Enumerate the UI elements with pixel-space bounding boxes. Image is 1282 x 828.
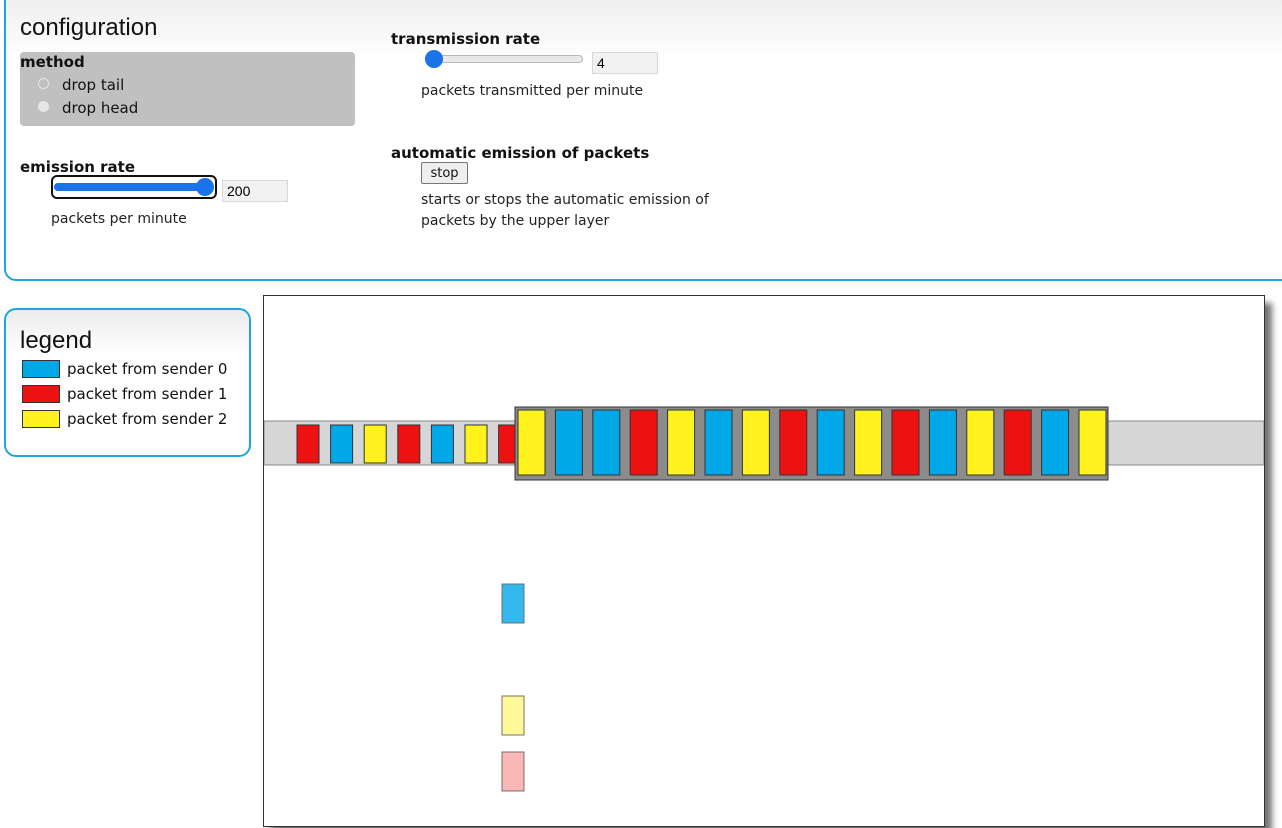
incoming-packet	[430, 424, 454, 464]
transmission-rate-input[interactable]	[592, 52, 658, 74]
queued-packet	[891, 409, 920, 476]
queued-packet	[741, 409, 770, 476]
yellow-swatch-icon	[22, 410, 60, 428]
red-swatch-icon	[22, 385, 60, 403]
slider-track	[425, 55, 583, 63]
queued-packet	[554, 409, 583, 476]
queued-packet	[966, 409, 995, 476]
simulation-canvas	[263, 295, 1265, 827]
simulation-drawing	[264, 406, 1264, 792]
transmission-rate-title: transmission rate	[391, 30, 541, 48]
radio-label-drop-tail: drop tail	[62, 76, 125, 94]
configuration-title: configuration	[20, 14, 158, 41]
legend-label: packet from sender 1	[67, 385, 228, 403]
legend-title: legend	[20, 327, 93, 354]
blue-swatch-icon	[22, 360, 60, 378]
dropped-packet	[501, 751, 525, 792]
legend-label: packet from sender 0	[67, 360, 228, 378]
incoming-packet	[363, 424, 387, 464]
stop-button[interactable]: stop	[421, 162, 468, 184]
incoming-packet	[464, 424, 488, 464]
incoming-packet	[296, 424, 320, 464]
emission-rate-description: packets per minute	[51, 211, 187, 227]
incoming-packet	[397, 424, 421, 464]
queued-packet	[1078, 409, 1107, 476]
queued-packet	[854, 409, 883, 476]
automatic-emission-description-line1: starts or stops the automatic emission o…	[421, 192, 709, 208]
emission-rate-slider[interactable]	[51, 175, 217, 199]
queued-packet	[517, 409, 546, 476]
method-title: method	[20, 53, 85, 71]
emission-rate-input[interactable]	[222, 180, 288, 202]
radio-button-icon[interactable]	[38, 78, 49, 89]
queued-packet	[1041, 409, 1070, 476]
emission-rate-title: emission rate	[20, 158, 136, 176]
incoming-packet	[330, 424, 354, 464]
automatic-emission-title: automatic emission of packets	[391, 144, 650, 162]
queued-packet	[779, 409, 808, 476]
automatic-emission-description-line2: packets by the upper layer	[421, 213, 610, 229]
transmission-rate-slider[interactable]	[425, 50, 583, 68]
dropped-packet	[501, 583, 525, 624]
transmission-rate-description: packets transmitted per minute	[421, 83, 644, 99]
radio-label-drop-head: drop head	[62, 99, 139, 117]
slider-thumb[interactable]	[196, 178, 214, 196]
queued-packet	[1003, 409, 1032, 476]
queued-packet	[592, 409, 621, 476]
radio-button-icon[interactable]	[38, 101, 49, 112]
queued-packet	[667, 409, 696, 476]
queued-packet	[629, 409, 658, 476]
queued-packet	[816, 409, 845, 476]
slider-thumb[interactable]	[425, 50, 443, 68]
configuration-panel	[4, 0, 1282, 281]
legend-label: packet from sender 2	[67, 410, 228, 428]
queued-packet	[704, 409, 733, 476]
dropped-packet	[501, 695, 525, 736]
slider-fill	[54, 183, 205, 191]
queued-packet	[928, 409, 957, 476]
